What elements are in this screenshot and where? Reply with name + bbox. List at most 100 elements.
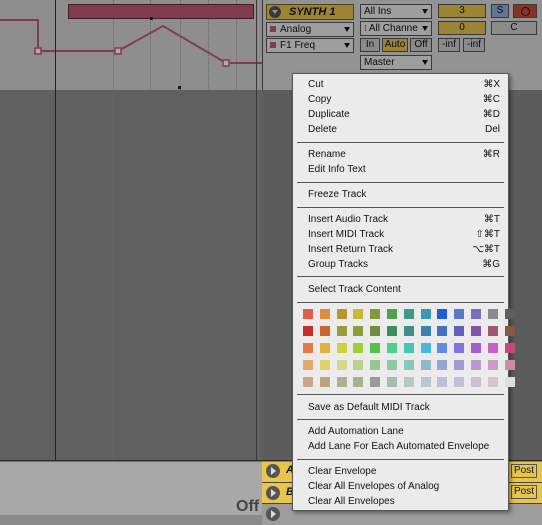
menu-item-cut[interactable]: Cut <box>308 79 324 90</box>
menu-item-insert-midi-track[interactable]: Insert MIDI Track <box>308 229 384 240</box>
color-swatch[interactable] <box>420 360 431 370</box>
menu-item-insert-audio-track[interactable]: Insert Audio Track <box>308 214 388 225</box>
color-swatch[interactable] <box>353 377 364 387</box>
color-swatch[interactable] <box>370 360 381 370</box>
color-swatch[interactable] <box>319 360 330 370</box>
monitor-in-button[interactable]: In <box>360 38 380 52</box>
color-swatch[interactable] <box>336 360 347 370</box>
color-swatch[interactable] <box>336 377 347 387</box>
color-swatch[interactable] <box>437 326 448 336</box>
color-swatch[interactable] <box>487 343 498 353</box>
arm-button[interactable] <box>513 4 537 18</box>
color-swatch[interactable] <box>471 377 481 387</box>
fold-icon[interactable] <box>266 507 280 521</box>
color-swatch[interactable] <box>403 326 414 336</box>
color-swatch[interactable] <box>387 326 397 336</box>
track-title-bar[interactable]: SYNTH 1 <box>266 4 354 20</box>
color-swatch[interactable] <box>471 343 481 353</box>
color-swatch[interactable] <box>471 309 481 319</box>
color-swatch[interactable] <box>420 377 431 387</box>
automation-envelope[interactable] <box>0 0 262 90</box>
color-swatch[interactable] <box>370 326 381 336</box>
fold-icon[interactable] <box>269 6 281 18</box>
color-swatch[interactable] <box>454 326 465 336</box>
color-swatch[interactable] <box>370 377 381 387</box>
color-swatch[interactable] <box>303 360 313 370</box>
envelope-breakpoint[interactable] <box>222 59 230 67</box>
color-swatch[interactable] <box>336 343 347 353</box>
arrangement-empty-area[interactable] <box>0 90 262 462</box>
menu-item-duplicate[interactable]: Duplicate <box>308 109 350 120</box>
color-swatch[interactable] <box>454 360 465 370</box>
color-swatch[interactable] <box>370 343 381 353</box>
color-swatch[interactable] <box>353 326 364 336</box>
color-swatch[interactable] <box>437 309 448 319</box>
color-swatch[interactable] <box>353 343 364 353</box>
color-swatch[interactable] <box>487 360 498 370</box>
color-swatch[interactable] <box>387 343 397 353</box>
color-swatch[interactable] <box>487 377 498 387</box>
color-swatch[interactable] <box>336 309 347 319</box>
color-swatch[interactable] <box>387 309 397 319</box>
menu-item-select-track-content[interactable]: Select Track Content <box>308 284 401 295</box>
automation-lane[interactable] <box>0 0 262 90</box>
menu-item-save-as-default-midi-track[interactable]: Save as Default MIDI Track <box>308 402 430 413</box>
color-swatch[interactable] <box>303 326 313 336</box>
color-swatch[interactable] <box>437 377 448 387</box>
color-swatch[interactable] <box>437 343 448 353</box>
color-swatch[interactable] <box>487 309 498 319</box>
monitor-off-button[interactable]: Off <box>410 38 432 52</box>
menu-item-edit-info-text[interactable]: Edit Info Text <box>308 164 366 175</box>
color-swatch[interactable] <box>420 309 431 319</box>
color-swatch[interactable] <box>454 377 465 387</box>
menu-item-add-automation-lane[interactable]: Add Automation Lane <box>308 426 404 437</box>
menu-item-clear-envelope[interactable]: Clear Envelope <box>308 466 376 477</box>
color-swatch[interactable] <box>319 309 330 319</box>
menu-item-delete[interactable]: Delete <box>308 124 337 135</box>
color-swatch[interactable] <box>403 377 414 387</box>
fold-icon[interactable] <box>266 486 280 500</box>
color-swatch[interactable] <box>403 309 414 319</box>
color-swatch[interactable] <box>319 326 330 336</box>
color-swatch[interactable] <box>504 360 515 370</box>
color-swatch[interactable] <box>471 326 481 336</box>
parameter-chooser[interactable]: F1 Freq <box>266 38 354 53</box>
color-swatch[interactable] <box>504 377 515 387</box>
color-swatch[interactable] <box>420 343 431 353</box>
color-swatch[interactable] <box>353 360 364 370</box>
color-swatch[interactable] <box>437 360 448 370</box>
menu-item-insert-return-track[interactable]: Insert Return Track <box>308 244 393 255</box>
color-swatch[interactable] <box>487 326 498 336</box>
fold-icon[interactable] <box>266 464 280 478</box>
track-activator-button[interactable]: 3 <box>438 4 486 18</box>
menu-item-clear-all-envelopes-of-analog[interactable]: Clear All Envelopes of Analog <box>308 481 439 492</box>
color-swatch[interactable] <box>403 343 414 353</box>
output-chooser[interactable]: Master <box>360 55 432 70</box>
color-swatch[interactable] <box>471 360 481 370</box>
color-swatch[interactable] <box>336 326 347 336</box>
color-swatch[interactable] <box>504 343 515 353</box>
color-swatch[interactable] <box>387 360 397 370</box>
pan-control[interactable]: C <box>491 21 537 35</box>
input-type-chooser[interactable]: All Ins <box>360 4 432 19</box>
color-swatch[interactable] <box>303 309 313 319</box>
menu-item-clear-all-envelopes[interactable]: Clear All Envelopes <box>308 496 395 507</box>
input-channel-chooser[interactable]: ⁝ All Channe <box>360 21 432 36</box>
color-swatch[interactable] <box>319 343 330 353</box>
color-swatch[interactable] <box>303 343 313 353</box>
color-swatch[interactable] <box>420 326 431 336</box>
menu-item-add-lane-for-each-automated-envelope[interactable]: Add Lane For Each Automated Envelope <box>308 441 489 452</box>
color-swatch[interactable] <box>370 309 381 319</box>
post-button[interactable]: Post <box>511 464 537 478</box>
color-swatch[interactable] <box>504 309 515 319</box>
color-swatch[interactable] <box>303 377 313 387</box>
color-swatch[interactable] <box>387 377 397 387</box>
color-swatch[interactable] <box>319 377 330 387</box>
solo-button[interactable]: S <box>491 4 509 18</box>
color-swatch[interactable] <box>454 343 465 353</box>
envelope-breakpoint[interactable] <box>114 47 122 55</box>
menu-item-copy[interactable]: Copy <box>308 94 331 105</box>
send-value[interactable]: 0 <box>438 21 486 35</box>
color-swatch[interactable] <box>504 326 515 336</box>
color-swatch[interactable] <box>403 360 414 370</box>
